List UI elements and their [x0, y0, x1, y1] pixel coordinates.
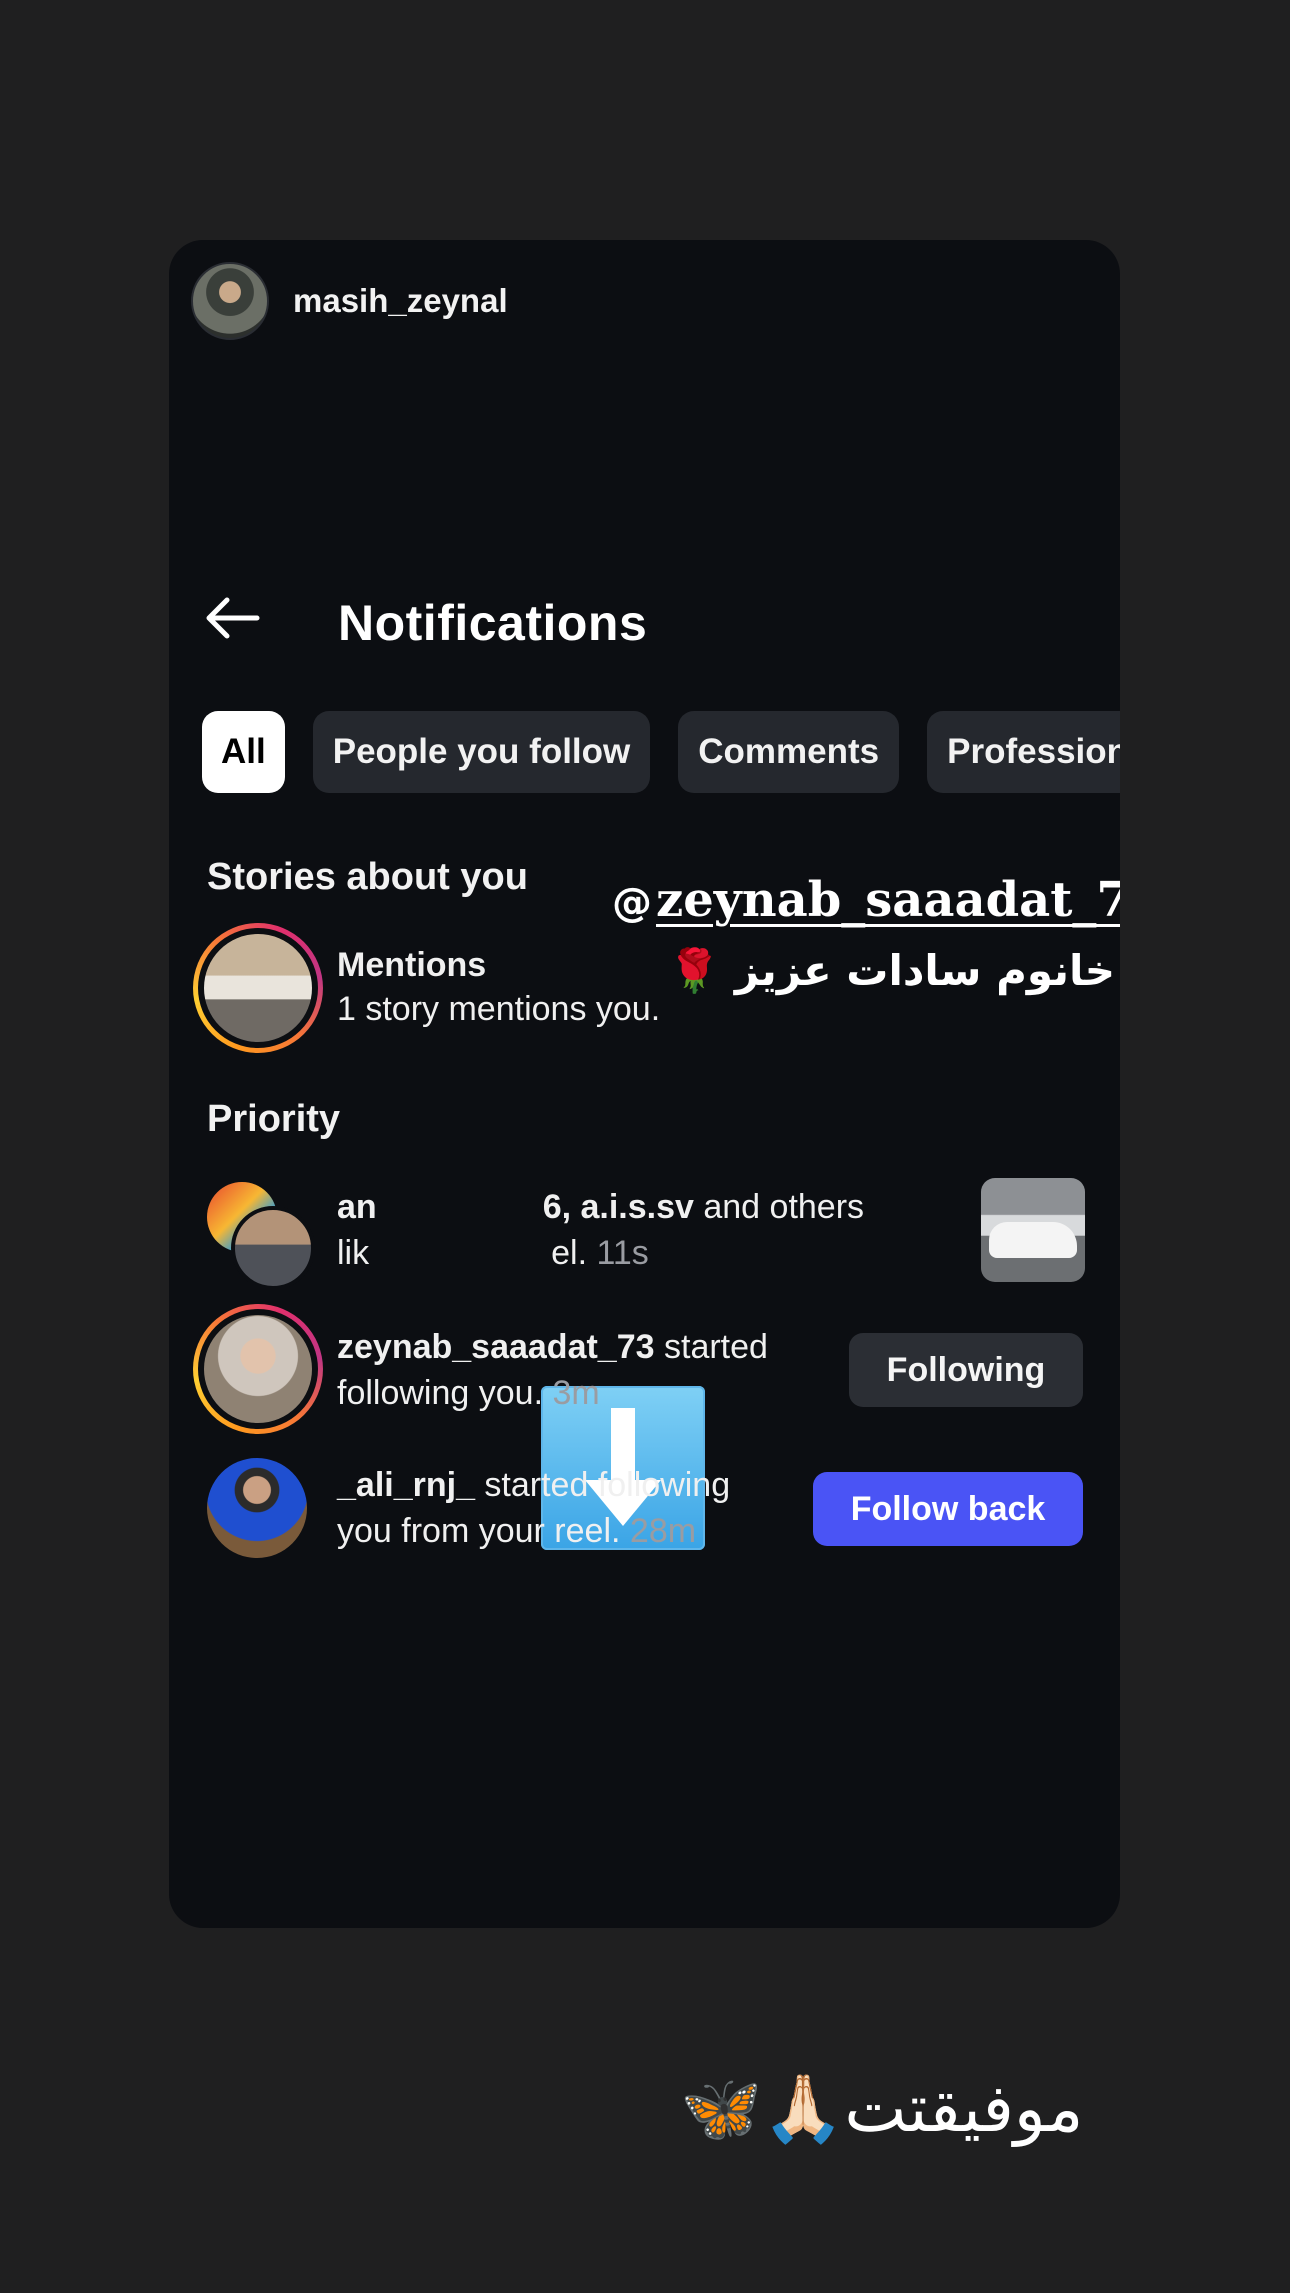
- zeynab-avatar-ring[interactable]: [193, 1304, 323, 1434]
- author-username[interactable]: masih_zeynal: [293, 282, 508, 320]
- zeynab-text-line1: zeynab_saaadat_73 started: [337, 1328, 768, 1366]
- overlay-handle-text: zeynab_saaadat_73: [656, 872, 1120, 928]
- filter-chips: All People you follow Comments Professio…: [202, 711, 1120, 793]
- notifications-header: [205, 596, 261, 640]
- ali-text-line2: you from your reel. 28m: [337, 1512, 697, 1550]
- ali-text-line1: _ali_rnj_ started following: [337, 1466, 731, 1504]
- likes-text-line2: lik el. 11s: [337, 1234, 649, 1272]
- mentions-text: 1 story mentions you.: [337, 990, 661, 1028]
- liker-avatar-2: [231, 1206, 315, 1290]
- chip-people-you-follow[interactable]: People you follow: [312, 711, 651, 793]
- likes-text-line1: an 6, a.i.s.sv and others: [337, 1188, 865, 1226]
- chip-comments[interactable]: Comments: [678, 711, 900, 793]
- arrow-left-icon[interactable]: [205, 596, 261, 640]
- mentions-avatar: [204, 934, 312, 1042]
- following-button[interactable]: Following: [849, 1333, 1083, 1407]
- reel-thumbnail[interactable]: [981, 1178, 1085, 1282]
- zeynab-avatar: [204, 1315, 312, 1423]
- overlay-mention[interactable]: @zeynab_saaadat_73: [612, 872, 1120, 928]
- priority-section-title: Priority: [207, 1098, 341, 1140]
- chip-all[interactable]: All: [202, 711, 285, 793]
- page-title: Notifications: [338, 595, 648, 651]
- mentions-avatar-ring[interactable]: [193, 923, 323, 1053]
- bottom-caption: موفیقتت🙏🏻🦋: [680, 2070, 1084, 2147]
- stories-section-title: Stories about you: [207, 856, 528, 898]
- chip-professional[interactable]: Professiona: [927, 711, 1120, 793]
- follow-back-button[interactable]: Follow back: [813, 1472, 1083, 1546]
- threads-icon: @: [612, 880, 652, 926]
- mentions-title: Mentions: [337, 946, 487, 984]
- zeynab-text-line2: following you. 3m: [337, 1374, 600, 1412]
- story-author[interactable]: masih_zeynal: [191, 262, 508, 340]
- screenshot-card: masih_zeynal Notifications All People yo…: [169, 240, 1120, 1928]
- ali-avatar[interactable]: [207, 1458, 307, 1558]
- overlay-persian-text: خانوم سادات عزیز 🌹: [668, 946, 1116, 995]
- author-avatar[interactable]: [191, 262, 269, 340]
